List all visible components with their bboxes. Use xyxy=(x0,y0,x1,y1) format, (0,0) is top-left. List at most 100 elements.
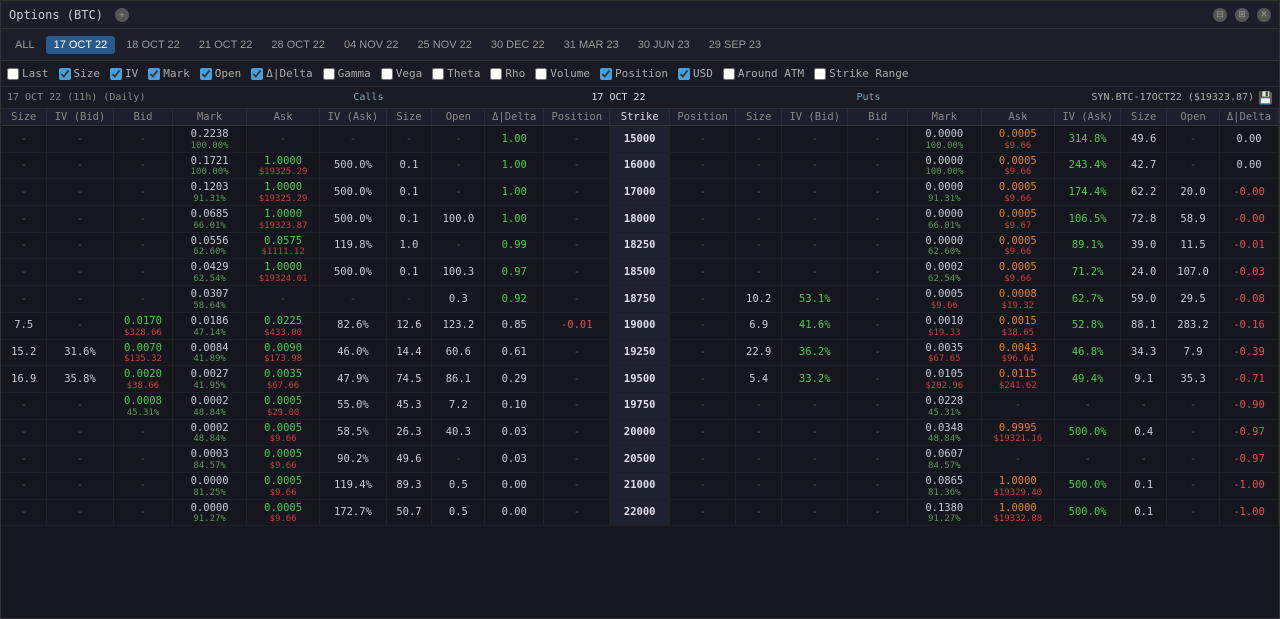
puts-bid-cell: - xyxy=(848,472,908,499)
puts-open-cell: 7.9 xyxy=(1167,339,1220,366)
checkbox-size[interactable] xyxy=(59,68,71,80)
puts-position-cell: - xyxy=(670,286,736,313)
checkbox-mark[interactable] xyxy=(148,68,160,80)
calls-size2-cell: 50.7 xyxy=(386,499,432,526)
puts-size-cell: - xyxy=(736,419,782,446)
puts-ask-cell: 0.0043$96.64 xyxy=(981,339,1055,366)
calls-iv_ask-cell: 90.2% xyxy=(320,446,386,473)
checkbox-gamma[interactable] xyxy=(323,68,335,80)
close-button[interactable]: ✕ xyxy=(1257,8,1271,22)
tab-30-jun-23[interactable]: 30 JUN 23 xyxy=(630,36,698,54)
save-icon[interactable]: 💾 xyxy=(1258,91,1273,105)
calls-mark-cell: 0.2238100.00% xyxy=(173,126,247,153)
puts-position-cell: - xyxy=(670,126,736,153)
checkbox-item-around-atm: Around ATM xyxy=(723,67,804,80)
calls-iv_bid-cell: - xyxy=(47,126,113,153)
calls-size-cell: - xyxy=(1,499,47,526)
checkbox-item-rho: Rho xyxy=(490,67,525,80)
window-title: Options (BTC) xyxy=(9,8,103,22)
checkbox-item-δ-delta: Δ|Delta xyxy=(251,67,312,80)
checkbox-iv[interactable] xyxy=(110,68,122,80)
checkbox-δ-delta[interactable] xyxy=(251,68,263,80)
calls-size-cell: - xyxy=(1,232,47,259)
puts-delta-cell: -0.16 xyxy=(1220,312,1279,339)
calls-iv_ask-cell: 47.9% xyxy=(320,366,386,393)
checkbox-vega[interactable] xyxy=(381,68,393,80)
strike-cell: 16000 xyxy=(610,152,670,179)
puts-open-cell: - xyxy=(1167,419,1220,446)
puts-size-cell: - xyxy=(736,126,782,153)
calls-ask-cell: 0.0005$9.66 xyxy=(246,419,320,446)
minimize-button[interactable]: ⊟ xyxy=(1213,8,1227,22)
calls-size-cell: - xyxy=(1,179,47,206)
strike-date-label: 17 OCT 22 xyxy=(591,92,645,103)
puts-header-label: Puts xyxy=(646,92,1092,103)
checkbox-usd[interactable] xyxy=(678,68,690,80)
calls-iv_ask-cell: - xyxy=(320,286,386,313)
calls-open-cell: - xyxy=(432,446,485,473)
calls-bid-cell: - xyxy=(113,446,173,473)
puts-iv_ask-cell: - xyxy=(1055,446,1121,473)
puts-iv_ask-cell: 46.8% xyxy=(1055,339,1121,366)
checkbox-strike-range[interactable] xyxy=(814,68,826,80)
puts-mark-cell: 0.086581.36% xyxy=(908,472,982,499)
window-controls: ⊟ ⊞ ✕ xyxy=(1209,8,1271,22)
puts-position-cell: - xyxy=(670,499,736,526)
checkbox-open[interactable] xyxy=(200,68,212,80)
tab-31-mar-23[interactable]: 31 MAR 23 xyxy=(556,36,627,54)
calls-position-cell: - xyxy=(544,206,610,233)
tab-18-oct-22[interactable]: 18 OCT 22 xyxy=(118,36,188,54)
tab-30-dec-22[interactable]: 30 DEC 22 xyxy=(483,36,553,54)
puts-mark-cell: 0.000066.01% xyxy=(908,206,982,233)
checkbox-item-iv: IV xyxy=(110,67,138,80)
calls-delta-cell: 0.85 xyxy=(485,312,544,339)
col-puts-open: Open xyxy=(1167,109,1220,126)
tab-04-nov-22[interactable]: 04 NOV 22 xyxy=(336,36,406,54)
checkbox-position[interactable] xyxy=(600,68,612,80)
maximize-button[interactable]: ⊞ xyxy=(1235,8,1249,22)
puts-delta-cell: -0.90 xyxy=(1220,392,1279,419)
col-calls-iv-ask: IV (Ask) xyxy=(320,109,386,126)
checkbox-rho[interactable] xyxy=(490,68,502,80)
calls-size2-cell: 89.3 xyxy=(386,472,432,499)
puts-iv_bid-cell: 53.1% xyxy=(782,286,848,313)
puts-ask-cell: 0.0005$9.66 xyxy=(981,126,1055,153)
strike-cell: 19000 xyxy=(610,312,670,339)
puts-ask-cell: 1.0000$19329.40 xyxy=(981,472,1055,499)
tab-21-oct-22[interactable]: 21 OCT 22 xyxy=(191,36,261,54)
calls-bid-cell: 0.0170$328.66 xyxy=(113,312,173,339)
tab-17-oct-22[interactable]: 17 OCT 22 xyxy=(46,36,116,54)
checkbox-theta[interactable] xyxy=(432,68,444,80)
checkbox-volume[interactable] xyxy=(535,68,547,80)
puts-iv_bid-cell: - xyxy=(782,152,848,179)
calls-position-cell: - xyxy=(544,152,610,179)
puts-open-cell: 283.2 xyxy=(1167,312,1220,339)
puts-open-cell: - xyxy=(1167,472,1220,499)
main-table-container[interactable]: Size IV (Bid) Bid Mark Ask IV (Ask) Size… xyxy=(1,109,1279,618)
tab-29-sep-23[interactable]: 29 SEP 23 xyxy=(701,36,769,54)
calls-size-cell: 15.2 xyxy=(1,339,47,366)
calls-size-cell: - xyxy=(1,206,47,233)
puts-iv_ask-cell: 243.4% xyxy=(1055,152,1121,179)
col-puts-size: Size xyxy=(736,109,782,126)
calls-delta-cell: 0.29 xyxy=(485,366,544,393)
puts-size-cell: - xyxy=(736,152,782,179)
checkbox-last[interactable] xyxy=(7,68,19,80)
puts-ask-cell: 1.0000$19332.88 xyxy=(981,499,1055,526)
col-puts-iv-bid: IV (Bid) xyxy=(782,109,848,126)
puts-size2-cell: 0.1 xyxy=(1121,472,1167,499)
tab-25-nov-22[interactable]: 25 NOV 22 xyxy=(409,36,479,54)
date-daily-label: 17 OCT 22 (11h) (Daily) xyxy=(7,92,145,103)
puts-iv_ask-cell: 174.4% xyxy=(1055,179,1121,206)
puts-open-cell: - xyxy=(1167,152,1220,179)
checkbox-around-atm[interactable] xyxy=(723,68,735,80)
tab-28-oct-22[interactable]: 28 OCT 22 xyxy=(263,36,333,54)
tab-bar: ALL17 OCT 2218 OCT 2221 OCT 2228 OCT 220… xyxy=(1,29,1279,61)
tab-all[interactable]: ALL xyxy=(7,36,43,54)
calls-size2-cell: 0.1 xyxy=(386,206,432,233)
calls-bid-cell: - xyxy=(113,179,173,206)
calls-iv_bid-cell: - xyxy=(47,446,113,473)
add-tab-button[interactable]: + xyxy=(115,8,129,22)
puts-ask-cell: 0.0005$9.66 xyxy=(981,152,1055,179)
calls-mark-cell: 0.120391.31% xyxy=(173,179,247,206)
